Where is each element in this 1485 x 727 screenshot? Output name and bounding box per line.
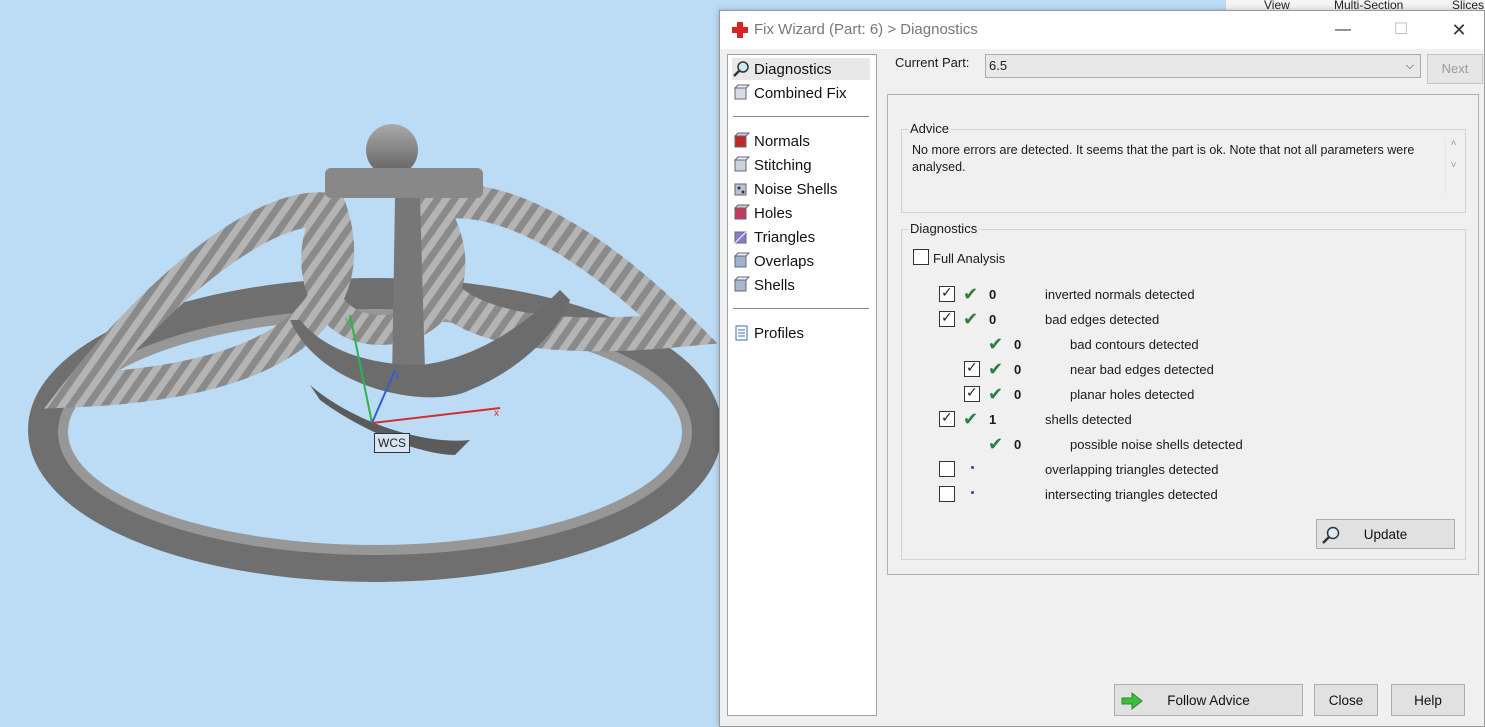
full-analysis-checkbox[interactable] bbox=[913, 249, 929, 265]
nav-item-overlaps[interactable]: Overlaps bbox=[732, 250, 870, 272]
nav-label: Normals bbox=[754, 132, 810, 150]
ring-model: y z x bbox=[28, 124, 720, 582]
holes-cube-icon bbox=[733, 204, 750, 220]
nav-divider bbox=[733, 116, 869, 117]
next-button[interactable]: Next bbox=[1427, 54, 1483, 84]
magnifier-icon bbox=[1322, 526, 1340, 544]
bad-edges-label: bad edges detected bbox=[1045, 312, 1160, 327]
inverted-normals-label: inverted normals detected bbox=[1045, 287, 1195, 302]
red-cross-icon bbox=[732, 22, 748, 38]
minimize-button[interactable]: — bbox=[1326, 17, 1360, 43]
nav-label: Noise Shells bbox=[754, 180, 838, 198]
nav-item-noise-shells[interactable]: Noise Shells bbox=[732, 178, 870, 200]
pending-dot-icon bbox=[971, 466, 974, 469]
nav-label: Shells bbox=[754, 276, 795, 294]
nav-item-diagnostics[interactable]: Diagnostics bbox=[732, 58, 870, 80]
planar-holes-checkbox[interactable] bbox=[964, 384, 980, 402]
wcs-label: WCS bbox=[374, 433, 410, 453]
cube-icon bbox=[733, 84, 750, 100]
normals-cube-icon bbox=[733, 132, 750, 148]
diagnostics-group: Diagnostics Full Analysis ✔ 0 inverted n… bbox=[901, 221, 1466, 560]
nav-item-triangles[interactable]: Triangles bbox=[732, 226, 870, 248]
shells-cube-icon bbox=[733, 276, 750, 292]
nav-label: Stitching bbox=[754, 156, 812, 174]
bad-edges-count: 0 bbox=[989, 312, 997, 327]
follow-advice-label: Follow Advice bbox=[1167, 692, 1250, 708]
nav-label: Overlaps bbox=[754, 252, 815, 270]
close-button[interactable]: Close bbox=[1314, 684, 1378, 716]
shells-checkbox[interactable] bbox=[939, 409, 955, 427]
noise-shells-count: 0 bbox=[1014, 437, 1022, 452]
current-part-label: Current Part: bbox=[895, 55, 970, 70]
check-icon: ✔ bbox=[963, 409, 979, 429]
bad-contours-count: 0 bbox=[1014, 337, 1022, 352]
planar-holes-label: planar holes detected bbox=[1070, 387, 1195, 402]
pending-dot-icon bbox=[971, 491, 974, 494]
nav-item-profiles[interactable]: Profiles bbox=[732, 322, 870, 344]
inverted-normals-count: 0 bbox=[989, 287, 997, 302]
bad-contours-label: bad contours detected bbox=[1070, 337, 1199, 352]
check-icon: ✔ bbox=[988, 359, 1004, 379]
current-part-value: 6.5 bbox=[989, 58, 1008, 73]
axis-y-label: y bbox=[345, 315, 350, 326]
nav-item-combined-fix[interactable]: Combined Fix bbox=[732, 82, 870, 104]
check-icon: ✔ bbox=[988, 334, 1004, 354]
advice-scrollbar[interactable]: ˄ ˅ bbox=[1445, 138, 1461, 194]
check-icon: ✔ bbox=[988, 384, 1004, 404]
nav-label: Combined Fix bbox=[754, 84, 847, 102]
follow-advice-button[interactable]: Follow Advice bbox=[1114, 684, 1303, 716]
advice-group: Advice No more errors are detected. It s… bbox=[901, 121, 1466, 213]
advice-title: Advice bbox=[908, 121, 952, 136]
help-button[interactable]: Help bbox=[1391, 684, 1465, 716]
fix-wizard-dialog: Fix Wizard (Part: 6) > Diagnostics — ☐ ✕… bbox=[719, 10, 1485, 727]
bad-edges-checkbox[interactable] bbox=[939, 309, 955, 327]
noise-shells-label: possible noise shells detected bbox=[1070, 437, 1243, 452]
full-analysis-label: Full Analysis bbox=[933, 251, 1006, 266]
noise-shells-icon bbox=[734, 183, 747, 196]
current-part-select[interactable]: 6.5 ⌵ bbox=[985, 54, 1421, 78]
update-label: Update bbox=[1363, 526, 1408, 542]
axis-z-label: z bbox=[395, 370, 400, 381]
overlapping-triangles-label: overlapping triangles detected bbox=[1045, 462, 1219, 477]
check-icon: ✔ bbox=[988, 434, 1004, 454]
near-bad-edges-checkbox[interactable] bbox=[964, 359, 980, 377]
intersecting-triangles-label: intersecting triangles detected bbox=[1045, 487, 1218, 502]
triangles-cube-icon bbox=[734, 231, 747, 244]
intersecting-triangles-checkbox[interactable] bbox=[939, 486, 955, 502]
nav-item-holes[interactable]: Holes bbox=[732, 202, 870, 224]
magnifier-icon bbox=[733, 61, 749, 77]
update-button[interactable]: Update bbox=[1316, 519, 1455, 549]
nav-label: Holes bbox=[754, 204, 793, 222]
overlaps-cube-icon bbox=[733, 252, 750, 268]
overlapping-triangles-checkbox[interactable] bbox=[939, 461, 955, 477]
title-bar[interactable]: Fix Wizard (Part: 6) > Diagnostics — ☐ ✕ bbox=[720, 11, 1484, 49]
close-window-button[interactable]: ✕ bbox=[1442, 17, 1476, 43]
chevron-down-icon: ⌵ bbox=[1405, 60, 1414, 72]
nav-divider bbox=[733, 308, 869, 309]
nav-label: Triangles bbox=[754, 228, 816, 246]
diagnostics-title: Diagnostics bbox=[908, 221, 980, 236]
nav-item-stitching[interactable]: Stitching bbox=[732, 154, 870, 176]
near-bad-edges-count: 0 bbox=[1014, 362, 1022, 377]
arrow-right-icon bbox=[1121, 691, 1143, 711]
dialog-title: Fix Wizard (Part: 6) > Diagnostics bbox=[754, 21, 978, 38]
wizard-nav: Diagnostics Combined Fix Normals Stitchi… bbox=[727, 54, 877, 716]
nav-label: Diagnostics bbox=[754, 60, 832, 78]
document-icon bbox=[735, 325, 748, 341]
check-icon: ✔ bbox=[963, 284, 979, 304]
planar-holes-count: 0 bbox=[1014, 387, 1022, 402]
stitching-cube-icon bbox=[733, 156, 750, 172]
shells-label: shells detected bbox=[1045, 412, 1132, 427]
nav-item-shells[interactable]: Shells bbox=[732, 274, 870, 296]
diagnostics-panel: Advice No more errors are detected. It s… bbox=[887, 94, 1479, 575]
maximize-button[interactable]: ☐ bbox=[1384, 17, 1418, 43]
axis-x-label: x bbox=[494, 408, 499, 419]
advice-text: No more errors are detected. It seems th… bbox=[912, 143, 1415, 174]
nav-item-normals[interactable]: Normals bbox=[732, 130, 870, 152]
nav-label: Profiles bbox=[754, 324, 805, 342]
check-icon: ✔ bbox=[963, 309, 979, 329]
shells-count: 1 bbox=[989, 412, 997, 427]
inverted-normals-checkbox[interactable] bbox=[939, 284, 955, 302]
near-bad-edges-label: near bad edges detected bbox=[1070, 362, 1214, 377]
